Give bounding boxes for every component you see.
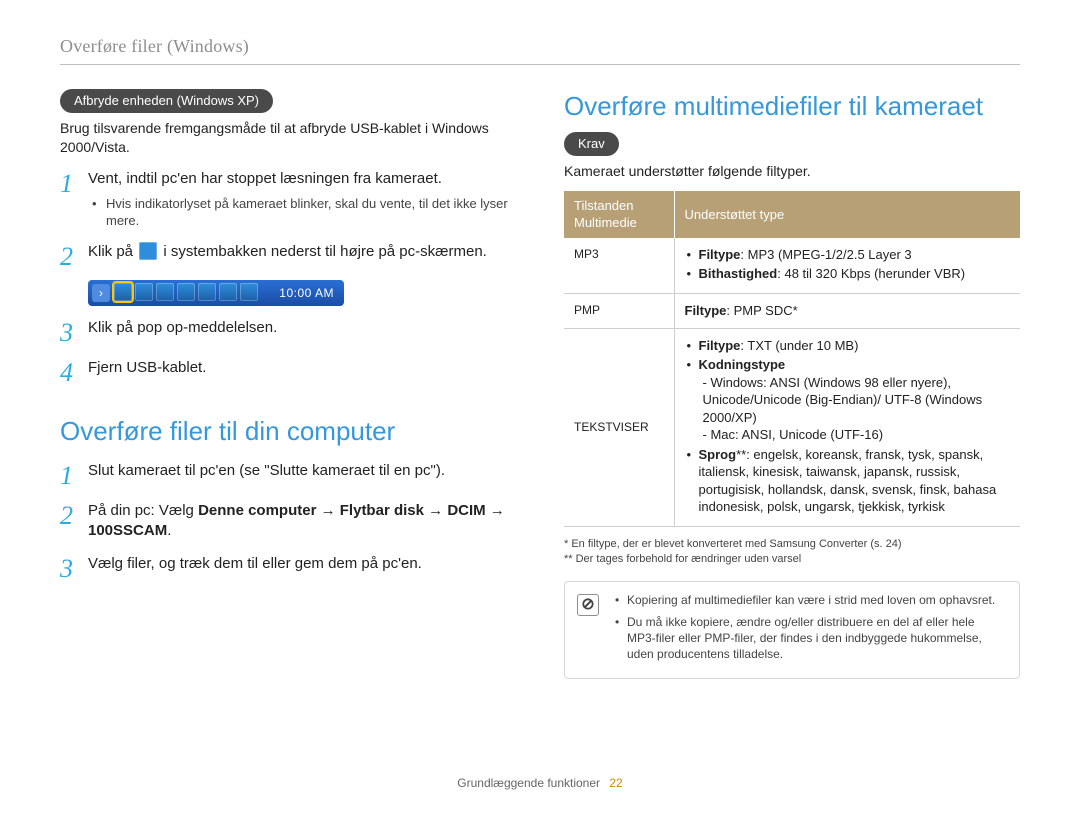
th-supported-type: Understøttet type xyxy=(674,191,1020,238)
step-text: På din pc: Vælg Denne computer → Flytbar… xyxy=(88,501,516,542)
row-label-mp3: MP3 xyxy=(564,238,674,294)
step-number: 4 xyxy=(60,358,78,386)
table-row: PMP Filtype: PMP SDC* xyxy=(564,294,1020,329)
footnote-1: * En filtype, der er blevet konverteret … xyxy=(564,537,1020,552)
footer: Grundlæggende funktioner 22 xyxy=(0,775,1080,791)
tray-icon xyxy=(240,283,258,301)
req-lead: Kameraet understøtter følgende filtyper. xyxy=(564,162,1020,181)
header-rule xyxy=(60,64,1020,65)
left-column: Afbryde enheden (Windows XP) Brug tilsva… xyxy=(60,89,516,679)
tray-icon xyxy=(177,283,195,301)
system-tray-screenshot: › 10:00 AM xyxy=(88,280,344,306)
step-2: 2 Klik på i systembakken nederst til høj… xyxy=(60,242,516,270)
transfer-step-2: 2 På din pc: Vælg Denne computer → Flytb… xyxy=(60,501,516,542)
row-label-pmp: PMP xyxy=(564,294,674,329)
pill-requirements: Krav xyxy=(564,132,619,156)
tray-expand-icon: › xyxy=(92,284,110,302)
tray-clock: 10:00 AM xyxy=(279,280,334,306)
row-content-pmp: Filtype: PMP SDC* xyxy=(674,294,1020,329)
tray-icon xyxy=(114,283,132,301)
step-number: 3 xyxy=(60,318,78,346)
note-box: ⊘ Kopiering af multimediefiler kan være … xyxy=(564,581,1020,680)
running-head: Overføre filer (Windows) xyxy=(60,34,1020,58)
step-text-before: Klik på xyxy=(88,243,137,260)
step-3: 3 Klik på pop op-meddelelsen. xyxy=(60,318,516,346)
th-mode: TilstandenMultimedie xyxy=(564,191,674,238)
disconnect-lead: Brug tilsvarende fremgangsmåde til at af… xyxy=(60,119,516,157)
step-text: Slut kameraet til pc'en (se "Slutte kame… xyxy=(88,461,516,489)
note-bullet: Du må ikke kopiere, ændre og/eller distr… xyxy=(627,614,1005,663)
filetype-table: TilstandenMultimedie Understøttet type M… xyxy=(564,191,1020,527)
tray-icon xyxy=(219,283,237,301)
page-number: 22 xyxy=(609,776,622,790)
step-text: Fjern USB-kablet. xyxy=(88,358,516,386)
step-text: Vælg filer, og træk dem til eller gem de… xyxy=(88,554,516,582)
footer-label: Grundlæggende funktioner xyxy=(457,776,600,790)
row-content-textviewer: Filtype: TXT (under 10 MB) Kodningstype … xyxy=(674,328,1020,526)
footnote-2: ** Der tages forbehold for ændringer ude… xyxy=(564,552,1020,567)
step-text-after: i systembakken nederst til højre på pc-s… xyxy=(163,243,486,260)
row-label-textviewer: TEKSTVISER xyxy=(564,328,674,526)
step-1: 1 Vent, indtil pc'en har stoppet læsning… xyxy=(60,169,516,230)
step-number: 2 xyxy=(60,501,78,542)
step-4: 4 Fjern USB-kablet. xyxy=(60,358,516,386)
step-number: 1 xyxy=(60,461,78,489)
safely-remove-hardware-icon xyxy=(139,242,157,260)
step-text: Vent, indtil pc'en har stoppet læsningen… xyxy=(88,170,442,187)
note-bullet: Kopiering af multimediefiler kan være i … xyxy=(627,592,1005,608)
row-content-mp3: Filtype: MP3 (MPEG-1/2/2.5 Layer 3 Bitha… xyxy=(674,238,1020,294)
tray-icon xyxy=(135,283,153,301)
tray-icon xyxy=(156,283,174,301)
step-bullet: Hvis indikatorlyset på kameraet blinker,… xyxy=(106,195,516,230)
encoding-windows: - Windows: ANSI (Windows 98 eller nyere)… xyxy=(703,374,1011,427)
transfer-step-1: 1 Slut kameraet til pc'en (se "Slutte ka… xyxy=(60,461,516,489)
step-text: Klik på pop op-meddelelsen. xyxy=(88,318,516,346)
table-row: MP3 Filtype: MP3 (MPEG-1/2/2.5 Layer 3 B… xyxy=(564,238,1020,294)
encoding-mac: - Mac: ANSI, Unicode (UTF-16) xyxy=(703,426,1011,444)
step-number: 3 xyxy=(60,554,78,582)
h2-transfer-to-camera: Overføre multimediefiler til kameraet xyxy=(564,89,1020,124)
pill-disconnect: Afbryde enheden (Windows XP) xyxy=(60,89,273,113)
table-row: TEKSTVISER Filtype: TXT (under 10 MB) Ko… xyxy=(564,328,1020,526)
transfer-step-3: 3 Vælg filer, og træk dem til eller gem … xyxy=(60,554,516,582)
h2-transfer-to-pc: Overføre filer til din computer xyxy=(60,414,516,449)
step-number: 2 xyxy=(60,242,78,270)
tray-icon xyxy=(198,283,216,301)
step-number: 1 xyxy=(60,169,78,230)
right-column: Overføre multimediefiler til kameraet Kr… xyxy=(564,89,1020,679)
note-icon: ⊘ xyxy=(577,594,599,616)
